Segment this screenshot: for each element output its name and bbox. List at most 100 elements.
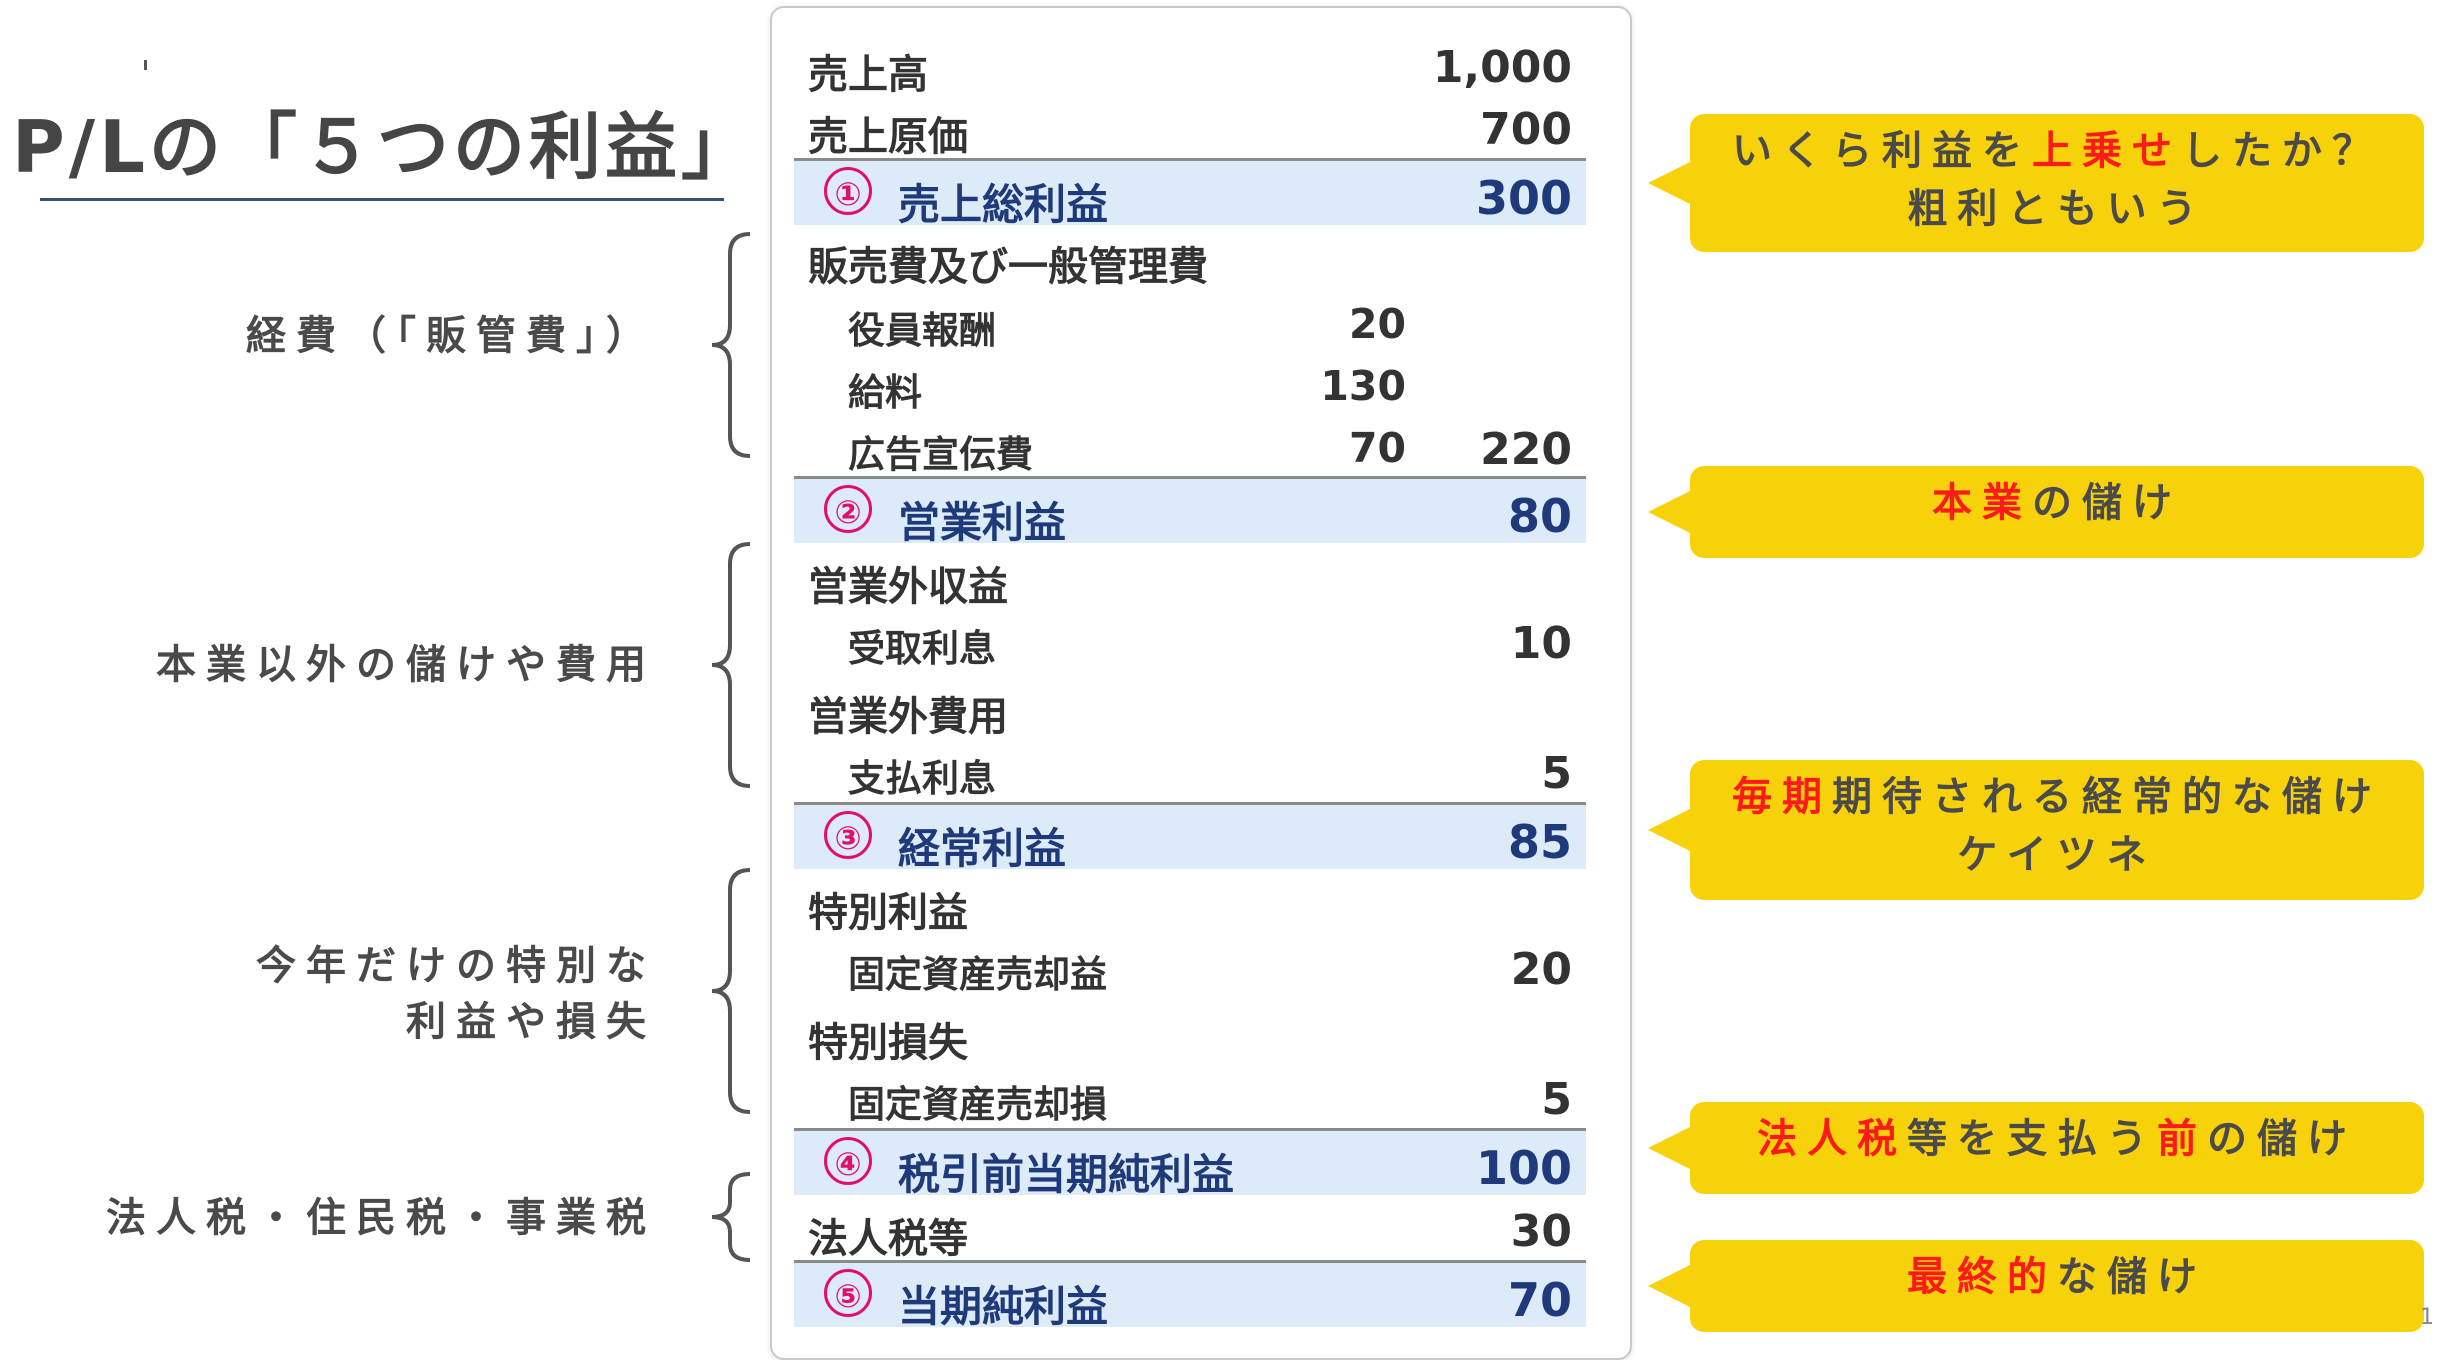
- callout-pretax-profit: 法人税等を支払う前の儲け: [1648, 1102, 2424, 1194]
- group-label-sga-text: 経費（「販管費」）: [246, 313, 656, 359]
- page-title: P/Lの「５つの利益」: [12, 105, 757, 189]
- pl-row-value: 5: [1541, 1074, 1572, 1125]
- callout-text: な儲け: [2057, 1254, 2207, 1300]
- pl-row-value: 30: [1510, 1206, 1572, 1257]
- brace-sga: [711, 232, 751, 458]
- pl-statement-panel: 売上高 1,000 売上原価 700 ① 売上総利益 300 販売費及び一般管理…: [770, 6, 1632, 1360]
- pl-row-value: 80: [1507, 489, 1572, 543]
- pl-row-label: 営業利益: [898, 498, 1067, 547]
- pl-row-subvalue: 130: [1320, 362, 1406, 410]
- pl-row-label: 受取利息: [848, 627, 996, 670]
- pl-row-label: 法人税等: [808, 1216, 968, 1262]
- pl-row-label: 営業外収益: [808, 564, 1008, 610]
- callout-pointer: [1648, 1264, 1692, 1308]
- pl-row-income-tax: 法人税等 30: [794, 1196, 1586, 1262]
- profit-number-badge: ③: [824, 811, 872, 859]
- pl-row-gross-profit: ① 売上総利益 300: [794, 158, 1586, 229]
- pl-row-subvalue: 70: [1348, 424, 1406, 472]
- pl-row-label: 営業外費用: [808, 694, 1008, 740]
- pl-row-net-profit: ⑤ 当期純利益 70: [794, 1260, 1586, 1331]
- pl-row-officer-comp: 役員報酬 20: [794, 290, 1586, 352]
- callout-text: したか？: [2182, 128, 2382, 174]
- pl-row-special-loss: 特別損失: [794, 1000, 1586, 1066]
- callout-text: 期待される経常的な儲け: [1832, 774, 2382, 820]
- callout-line1: いくら利益を上乗せしたか？: [1690, 122, 2424, 180]
- group-label-special-line1: 今年だけの特別な: [256, 943, 656, 989]
- pl-row-value: 70: [1507, 1273, 1572, 1327]
- callout-ordinary-profit: 毎期期待される経常的な儲け ケイツネ: [1648, 760, 2424, 900]
- callout-emphasis: 前: [2157, 1116, 2207, 1162]
- pl-row-label: 広告宣伝費: [848, 433, 1033, 476]
- pl-row-salary: 給料 130: [794, 352, 1586, 414]
- brace-tax: [711, 1172, 751, 1262]
- callout-text: の儲け: [2032, 480, 2182, 526]
- page-number: 1: [2420, 1305, 2434, 1330]
- callout-operating-profit: 本業の儲け: [1648, 466, 2424, 558]
- pl-row-value: 100: [1475, 1141, 1572, 1195]
- profit-number-badge: ①: [824, 167, 872, 215]
- pl-row-label: 給料: [848, 371, 922, 414]
- pl-row-value: 85: [1507, 815, 1572, 869]
- pl-row-label: 支払利息: [848, 757, 996, 800]
- pl-row-interest-paid: 支払利息 5: [794, 738, 1586, 800]
- pl-row-value: 300: [1475, 171, 1572, 225]
- callout-text: いくら利益を: [1732, 128, 2032, 174]
- pl-row-value: 700: [1480, 104, 1572, 155]
- pl-row-label: 特別利益: [808, 890, 968, 936]
- pl-row-operating-profit: ② 営業利益 80: [794, 476, 1586, 547]
- pl-row-sales: 売上高 1,000: [794, 32, 1586, 98]
- group-label-tax-text: 法人税・住民税・事業税: [106, 1195, 656, 1241]
- title-underline: [40, 198, 724, 201]
- group-label-special-line2: 利益や損失: [406, 999, 656, 1045]
- callout-text: の儲け: [2207, 1116, 2357, 1162]
- callout-text: 等を支払う: [1907, 1116, 2157, 1162]
- callout-line1: 本業の儲け: [1690, 474, 2424, 532]
- brace-special: [711, 868, 751, 1114]
- pl-row-ordinary-profit: ③ 経常利益 85: [794, 802, 1586, 873]
- pl-row-nonop-expense: 営業外費用: [794, 674, 1586, 740]
- group-label-nonoperating-text: 本業以外の儲けや費用: [156, 642, 656, 688]
- profit-number-badge: ⑤: [824, 1269, 872, 1317]
- pl-row-value: 5: [1541, 748, 1572, 799]
- pl-row-pretax-profit: ④ 税引前当期純利益 100: [794, 1128, 1586, 1199]
- pl-row-value: 1,000: [1432, 42, 1572, 93]
- pl-row-advertising: 広告宣伝費 70 220: [794, 414, 1586, 476]
- pl-row-label: 特別損失: [808, 1020, 968, 1066]
- pl-row-label: 固定資産売却損: [848, 1083, 1107, 1126]
- callout-line1: 毎期期待される経常的な儲け: [1690, 768, 2424, 826]
- pl-row-subvalue: 20: [1348, 300, 1406, 348]
- callout-pointer: [1648, 808, 1692, 852]
- pl-row-value: 10: [1510, 618, 1572, 669]
- callout-line2: ケイツネ: [1957, 832, 2157, 878]
- brace-nonoperating: [711, 542, 751, 788]
- callout-line1: 法人税等を支払う前の儲け: [1690, 1110, 2424, 1168]
- callout-emphasis: 最終的: [1907, 1254, 2057, 1300]
- pl-row-label: 当期純利益: [898, 1282, 1109, 1331]
- group-label-tax: 法人税・住民税・事業税: [106, 1190, 656, 1246]
- profit-number-badge: ④: [824, 1137, 872, 1185]
- callout-pointer: [1648, 161, 1692, 205]
- pl-row-label: 売上総利益: [898, 180, 1109, 229]
- profit-number-badge: ②: [824, 485, 872, 533]
- callout-line2: 粗利ともいう: [1907, 186, 2207, 232]
- callout-gross-profit: いくら利益を上乗せしたか？ 粗利ともいう: [1648, 114, 2424, 252]
- pl-row-label: 固定資産売却益: [848, 953, 1107, 996]
- pl-row-label: 経常利益: [898, 824, 1067, 873]
- group-label-special: 今年だけの特別な 利益や損失: [256, 938, 656, 1050]
- pl-row-sga: 販売費及び一般管理費: [794, 224, 1586, 290]
- pl-row-nonop-income: 営業外収益: [794, 544, 1586, 610]
- callout-net-profit: 最終的な儲け: [1648, 1240, 2424, 1332]
- callout-emphasis: 法人税: [1757, 1116, 1907, 1162]
- callout-pointer: [1648, 490, 1692, 534]
- pl-row-label: 役員報酬: [848, 309, 996, 352]
- group-label-sga: 経費（「販管費」）: [246, 308, 656, 364]
- pl-row-special-gain: 特別利益: [794, 870, 1586, 936]
- callout-pointer: [1648, 1126, 1692, 1170]
- pl-row-label: 販売費及び一般管理費: [808, 244, 1208, 290]
- pl-row-asset-sale-gain: 固定資産売却益 20: [794, 934, 1586, 996]
- pl-row-value: 20: [1510, 944, 1572, 995]
- group-label-nonoperating: 本業以外の儲けや費用: [156, 637, 656, 693]
- pl-row-label: 売上高: [808, 52, 928, 98]
- callout-line1: 最終的な儲け: [1690, 1248, 2424, 1306]
- callout-emphasis: 上乗せ: [2032, 128, 2182, 174]
